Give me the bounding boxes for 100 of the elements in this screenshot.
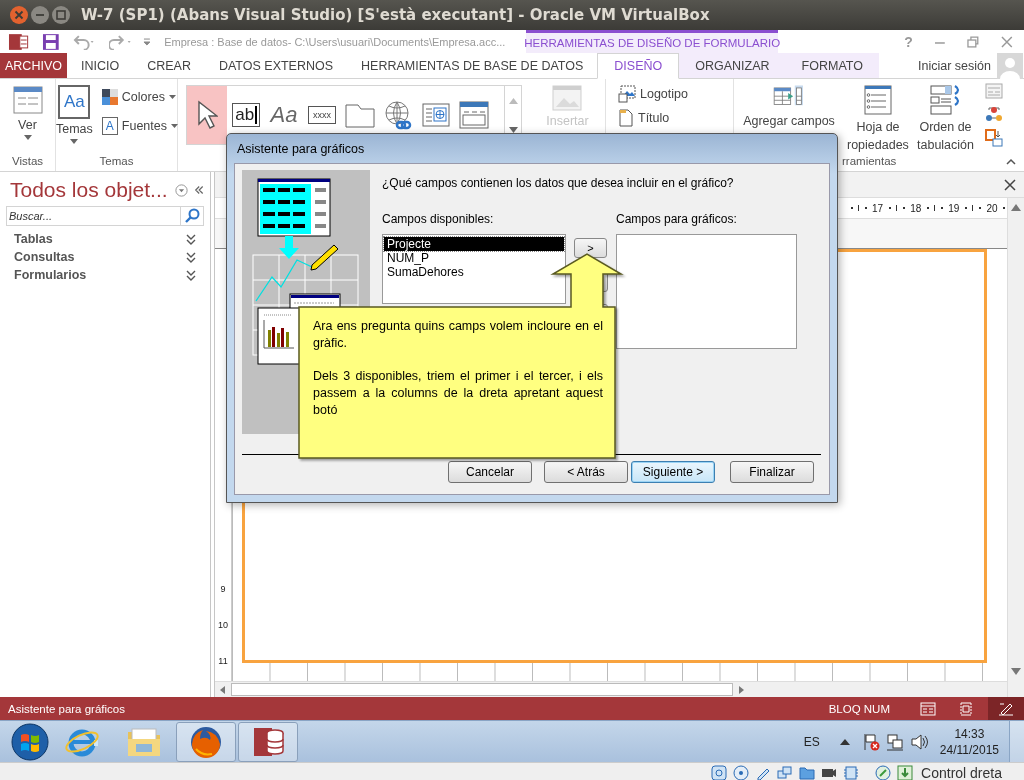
caret-icon — [168, 95, 176, 99]
network-icon[interactable] — [777, 764, 794, 780]
logo-icon — [618, 85, 636, 103]
ribbon-tab[interactable]: DATOS EXTERNOS — [204, 53, 348, 78]
ribbon-tab[interactable]: INICIO — [66, 53, 134, 78]
network-icon[interactable] — [885, 732, 904, 751]
window-title: W-7 (SP1) (Abans Visual Studio) [S'està executant] - Oracle VM VirtualBox — [81, 6, 710, 24]
caret-icon — [70, 139, 79, 144]
save-icon[interactable] — [41, 32, 60, 51]
tab-order-button[interactable]: Orden de tabulación — [914, 81, 977, 155]
form-view-icon[interactable] — [920, 701, 936, 716]
page-icon — [618, 109, 634, 127]
clock[interactable]: 14:33 24/11/2015 — [939, 725, 999, 758]
context-tab-header: HERRAMIENTAS DE DISEÑO DE FORMULARIO — [526, 30, 779, 53]
flag-error-icon[interactable] — [861, 732, 880, 751]
maximize-icon[interactable] — [52, 6, 70, 24]
chip-icon[interactable] — [843, 764, 860, 780]
num-lock-indicator: BLOQ NUM — [828, 702, 890, 715]
ribbon-tab[interactable]: DISEÑO — [597, 53, 680, 79]
design-view-icon[interactable] — [998, 701, 1014, 716]
language-indicator[interactable]: ES — [803, 734, 820, 749]
wizard-button[interactable]: Finalizar — [730, 461, 814, 483]
start-button-icon[interactable] — [10, 721, 50, 762]
ruler-number: 20 — [986, 202, 998, 214]
horizontal-scrollbar[interactable] — [215, 681, 1007, 697]
logo-button[interactable]: Logotipo — [616, 83, 690, 105]
scroll-up-icon[interactable] — [1011, 204, 1021, 211]
sign-in-link[interactable]: Iniciar sesión — [918, 58, 991, 73]
collapse-pane-icon[interactable] — [193, 184, 204, 196]
chevron-down-icon[interactable] — [186, 269, 196, 281]
scrollbar-thumb[interactable] — [231, 683, 733, 696]
optical-disc-icon[interactable] — [733, 764, 750, 780]
image-icon — [552, 85, 583, 111]
navigation-group[interactable]: Formularios — [14, 268, 87, 282]
taskbar-app[interactable] — [176, 721, 236, 762]
view-button[interactable]: Ver — [9, 83, 46, 142]
pointer-control-tool[interactable] — [187, 86, 227, 144]
group-label: rramientas — [842, 155, 897, 167]
host-key-label: Control dreta — [921, 764, 1002, 780]
add-fields-button[interactable]: Agregar campos — [736, 81, 842, 155]
property-sheet-icon — [863, 83, 893, 117]
folder-tab-icon — [345, 102, 375, 128]
ruler-number: 9 — [220, 584, 226, 594]
database-app-icon[interactable] — [8, 31, 30, 52]
scroll-right-icon[interactable] — [737, 685, 745, 694]
chevron-down-icon[interactable] — [186, 233, 196, 245]
close-icon[interactable] — [1004, 178, 1016, 191]
ribbon-tab[interactable]: ARCHIVO — [0, 53, 67, 78]
globe-link-icon — [383, 100, 413, 130]
field-list-item[interactable]: Projecte — [384, 237, 564, 251]
available-fields-list[interactable]: Projecte NUM_P SumaDehores — [382, 234, 566, 304]
restore-icon[interactable] — [966, 34, 981, 49]
ribbon-tab[interactable]: ORGANIZAR — [679, 53, 786, 78]
property-sheet-button[interactable]: Hoja de ropiedades — [846, 81, 910, 155]
folder-icon — [126, 725, 162, 758]
folder-icon[interactable] — [799, 764, 816, 780]
scroll-left-icon[interactable] — [219, 685, 227, 694]
ruler-number: 11 — [218, 656, 228, 666]
relationship-icon[interactable] — [985, 105, 1003, 123]
caret-icon — [171, 124, 178, 128]
customize-icon[interactable] — [142, 36, 153, 47]
wizard-button[interactable]: Siguiente > — [631, 461, 715, 483]
wizard-button[interactable]: Cancelar — [448, 461, 532, 483]
vertical-scrollbar[interactable] — [1007, 198, 1024, 697]
colors-button[interactable]: Colores — [99, 87, 180, 107]
caret-icon — [23, 135, 32, 140]
field-list-item[interactable]: SumaDehores — [384, 265, 564, 279]
collapse-ribbon-icon[interactable] — [1006, 158, 1016, 165]
search-icon[interactable] — [181, 206, 204, 226]
font-icon: A — [101, 117, 118, 135]
taskbar-app[interactable] — [238, 721, 298, 762]
available-fields-label: Campos disponibles: — [382, 212, 495, 228]
callout-text: Dels 3 disponibles, triem el primer i el tercer, i els passem a la columns de la dreta apretant aquest botó — [313, 368, 603, 419]
layout-view-icon[interactable] — [958, 701, 974, 716]
themes-icon: Aa — [58, 85, 91, 119]
add-field-button[interactable]: > — [574, 238, 607, 258]
field-list-item[interactable]: NUM_P — [384, 251, 564, 265]
document-title: Empresa : Base de datos- C:\Users\usuari\Documents\Empresa.acc... — [164, 35, 507, 48]
chevron-down-icon[interactable] — [186, 251, 196, 263]
themes-button[interactable]: Aa Temas — [53, 83, 96, 146]
minimize-icon[interactable] — [31, 6, 49, 24]
chart-fields-label: Campos para gráficos: — [616, 212, 738, 228]
form-view-icon — [12, 85, 43, 115]
navigation-group[interactable]: Tablas — [14, 232, 53, 246]
chart-fields-list[interactable] — [616, 234, 797, 349]
navigation-pane-title[interactable]: Todos los objet... — [10, 178, 168, 202]
scroll-down-icon[interactable] — [1011, 668, 1021, 675]
ruler-number: 18 — [910, 202, 922, 214]
dropdown-icon[interactable] — [174, 182, 188, 198]
search-field[interactable]: Buscar... — [6, 206, 181, 226]
fonts-button[interactable]: A Fuentes — [99, 115, 180, 137]
palette-icon — [101, 89, 118, 105]
ribbon-tab[interactable]: FORMATO — [785, 53, 879, 78]
ribbon-tab[interactable]: HERRAMIENTAS DE BASE DE DATOS — [347, 53, 598, 78]
ribbon-tab[interactable]: CREAR — [133, 53, 205, 78]
title-button[interactable]: Título — [616, 107, 672, 129]
speaker-icon[interactable] — [909, 732, 928, 751]
wizard-button[interactable]: < Atrás — [544, 461, 628, 483]
navigation-group[interactable]: Consultas — [14, 250, 75, 264]
show-hidden-icons-icon[interactable] — [839, 738, 850, 745]
